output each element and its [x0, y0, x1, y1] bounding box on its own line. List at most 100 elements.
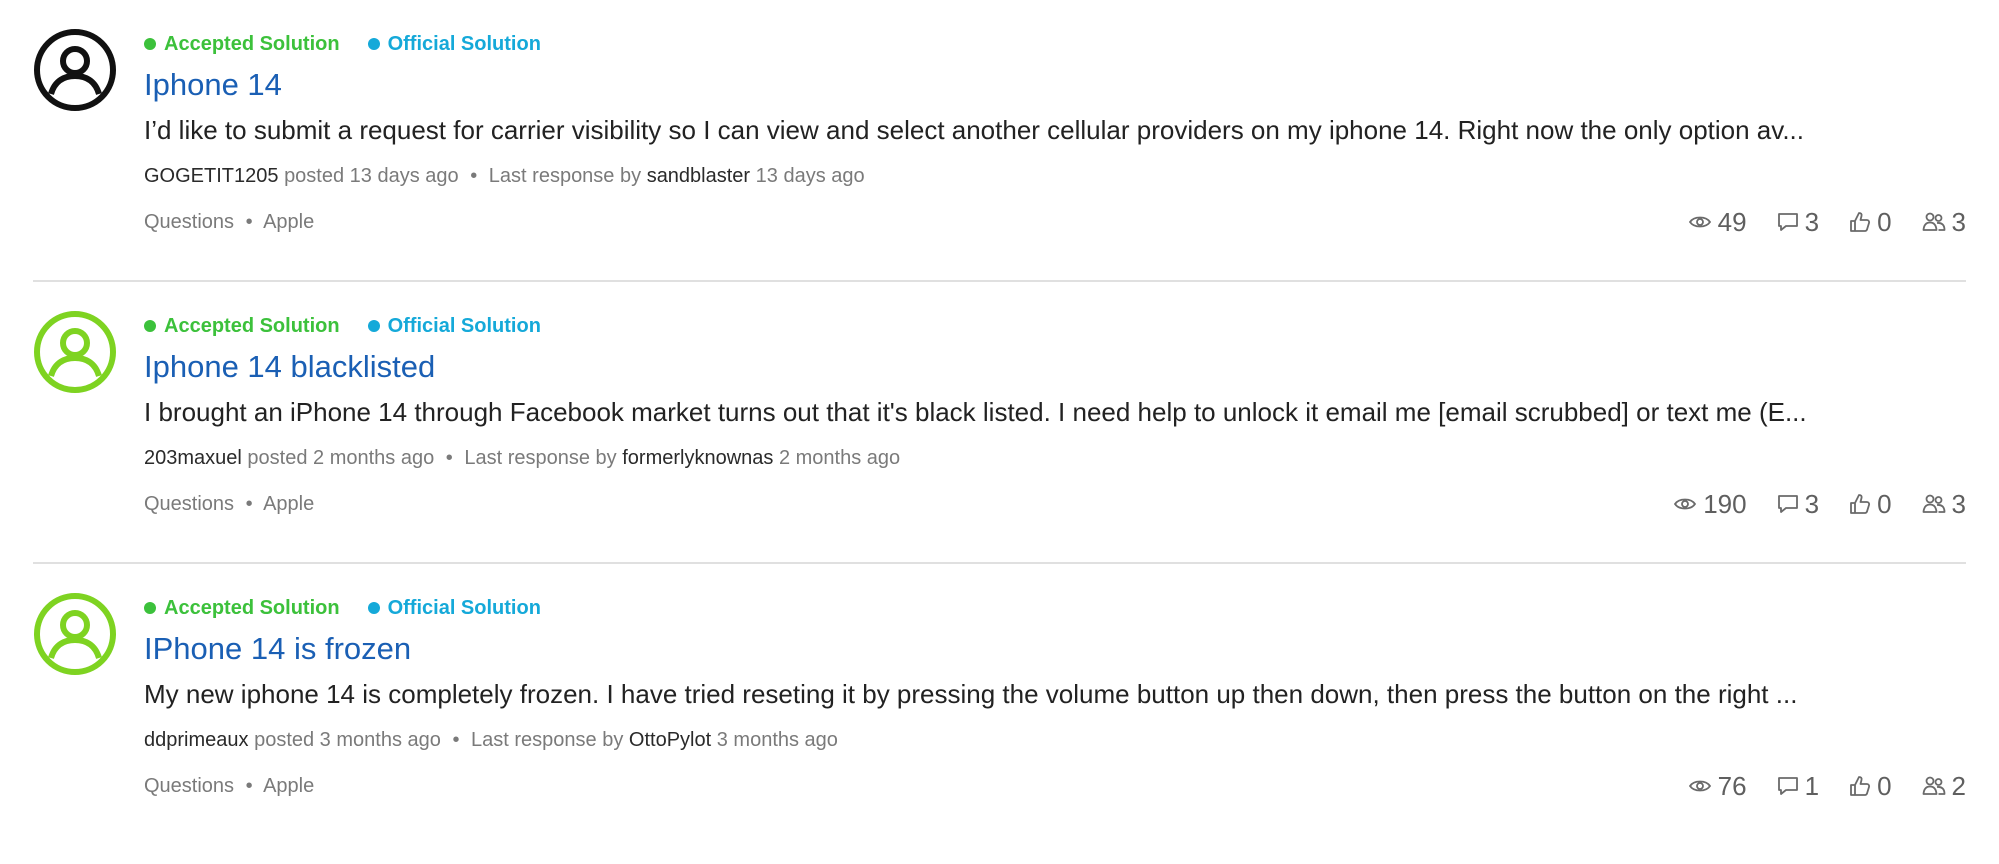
thread-meta: 203maxuel posted 2 months ago • Last res…: [144, 446, 900, 470]
tag-separator: •: [245, 775, 253, 797]
thread-list: Accepted Solution Official Solution Ipho…: [0, 0, 1999, 846]
meta-separator: •: [470, 165, 478, 187]
category-link[interactable]: Questions: [144, 493, 234, 515]
likes-stat: 0: [1849, 771, 1892, 801]
blue-dot-icon: [367, 38, 380, 50]
likes-stat: 0: [1849, 489, 1892, 519]
comment-icon: [1777, 213, 1798, 231]
last-response-label: Last response by: [488, 165, 642, 187]
participants-stat: 3: [1922, 207, 1966, 237]
eye-icon: [1674, 498, 1697, 510]
thread-meta: ddprimeaux posted 3 months ago • Last re…: [144, 728, 838, 752]
blue-dot-icon: [367, 320, 380, 332]
tag-separator: •: [245, 493, 253, 515]
eye-icon: [1688, 780, 1711, 792]
views-stat: 76: [1688, 771, 1747, 801]
official-solution-label: Official Solution: [387, 315, 541, 337]
accepted-solution-label: Accepted Solution: [164, 315, 340, 337]
solution-badges: Accepted Solution Official Solution: [144, 314, 541, 338]
thread-excerpt: My new iphone 14 is completely frozen. I…: [144, 679, 1798, 709]
thread-item: Accepted Solution Official Solution IPho…: [33, 564, 1966, 846]
comment-icon: [1777, 495, 1798, 513]
views-count: 190: [1703, 489, 1747, 519]
accepted-solution-label: Accepted Solution: [164, 33, 340, 55]
thread-tags: Questions • Apple: [144, 210, 314, 234]
views-count: 76: [1717, 771, 1747, 801]
users-icon: [1922, 494, 1945, 513]
response-time: 2 months ago: [778, 447, 901, 469]
author-link[interactable]: GOGETIT1205: [144, 165, 279, 187]
accepted-solution-label: Accepted Solution: [164, 597, 340, 619]
posted-time: posted 2 months ago: [247, 447, 435, 469]
author-link[interactable]: 203maxuel: [144, 447, 242, 469]
thread-title-link[interactable]: Iphone 14: [144, 66, 282, 104]
category-link[interactable]: Questions: [144, 211, 234, 233]
official-solution-badge: Official Solution: [367, 32, 541, 56]
replies-count: 3: [1804, 207, 1820, 237]
accepted-solution-badge: Accepted Solution: [144, 314, 340, 338]
category-link[interactable]: Questions: [144, 775, 234, 797]
official-solution-label: Official Solution: [387, 597, 541, 619]
accepted-solution-badge: Accepted Solution: [144, 32, 340, 56]
replies-stat: 3: [1777, 207, 1819, 237]
thread-item: Accepted Solution Official Solution Ipho…: [33, 282, 1966, 564]
likes-count: 0: [1877, 771, 1892, 801]
meta-separator: •: [452, 729, 460, 751]
meta-separator: •: [445, 447, 453, 469]
accepted-solution-badge: Accepted Solution: [144, 596, 340, 620]
blue-dot-icon: [367, 602, 380, 614]
participants-count: 2: [1951, 771, 1966, 801]
response-time: 13 days ago: [755, 165, 865, 187]
solution-badges: Accepted Solution Official Solution: [144, 32, 541, 56]
thread-stats: 76 1 0 2: [1688, 771, 1966, 801]
responder-link[interactable]: sandblaster: [647, 165, 750, 187]
tag-separator: •: [245, 211, 253, 233]
solution-badges: Accepted Solution Official Solution: [144, 596, 541, 620]
replies-stat: 1: [1777, 771, 1819, 801]
thumbs-up-icon: [1850, 776, 1871, 796]
last-response-label: Last response by: [471, 729, 624, 751]
thread-title-link[interactable]: IPhone 14 is frozen: [144, 630, 411, 668]
views-count: 49: [1717, 207, 1747, 237]
comment-icon: [1777, 777, 1798, 795]
users-icon: [1922, 212, 1945, 231]
responder-link[interactable]: OttoPylot: [629, 729, 711, 751]
replies-count: 1: [1804, 771, 1820, 801]
response-time: 3 months ago: [716, 729, 838, 751]
tag-link[interactable]: Apple: [263, 493, 314, 515]
likes-stat: 0: [1849, 207, 1892, 237]
likes-count: 0: [1877, 489, 1892, 519]
thumbs-up-icon: [1850, 494, 1871, 514]
green-dot-icon: [144, 38, 156, 50]
official-solution-badge: Official Solution: [367, 596, 541, 620]
thread-item: Accepted Solution Official Solution Ipho…: [33, 0, 1966, 282]
user-avatar-icon[interactable]: [33, 592, 117, 676]
eye-icon: [1688, 216, 1711, 228]
users-icon: [1922, 776, 1945, 795]
official-solution-badge: Official Solution: [367, 314, 541, 338]
official-solution-label: Official Solution: [387, 33, 541, 55]
user-avatar-icon[interactable]: [33, 28, 117, 112]
thread-title-link[interactable]: Iphone 14 blacklisted: [144, 348, 435, 386]
thread-meta: GOGETIT1205 posted 13 days ago • Last re…: [144, 164, 865, 188]
likes-count: 0: [1877, 207, 1892, 237]
replies-count: 3: [1804, 489, 1820, 519]
replies-stat: 3: [1777, 489, 1819, 519]
views-stat: 190: [1673, 489, 1747, 519]
thread-stats: 190 3 0 3: [1673, 489, 1966, 519]
participants-count: 3: [1951, 489, 1966, 519]
author-link[interactable]: ddprimeaux: [144, 729, 249, 751]
thread-excerpt: I’d like to submit a request for carrier…: [144, 115, 1805, 145]
responder-link[interactable]: formerlyknownas: [622, 447, 773, 469]
thread-excerpt: I brought an iPhone 14 through Facebook …: [144, 397, 1807, 427]
last-response-label: Last response by: [464, 447, 617, 469]
green-dot-icon: [144, 320, 156, 332]
thread-tags: Questions • Apple: [144, 774, 314, 798]
participants-stat: 2: [1922, 771, 1966, 801]
participants-count: 3: [1951, 207, 1966, 237]
tag-link[interactable]: Apple: [263, 211, 314, 233]
tag-link[interactable]: Apple: [263, 775, 314, 797]
user-avatar-icon[interactable]: [33, 310, 117, 394]
thumbs-up-icon: [1850, 212, 1871, 232]
participants-stat: 3: [1922, 489, 1966, 519]
